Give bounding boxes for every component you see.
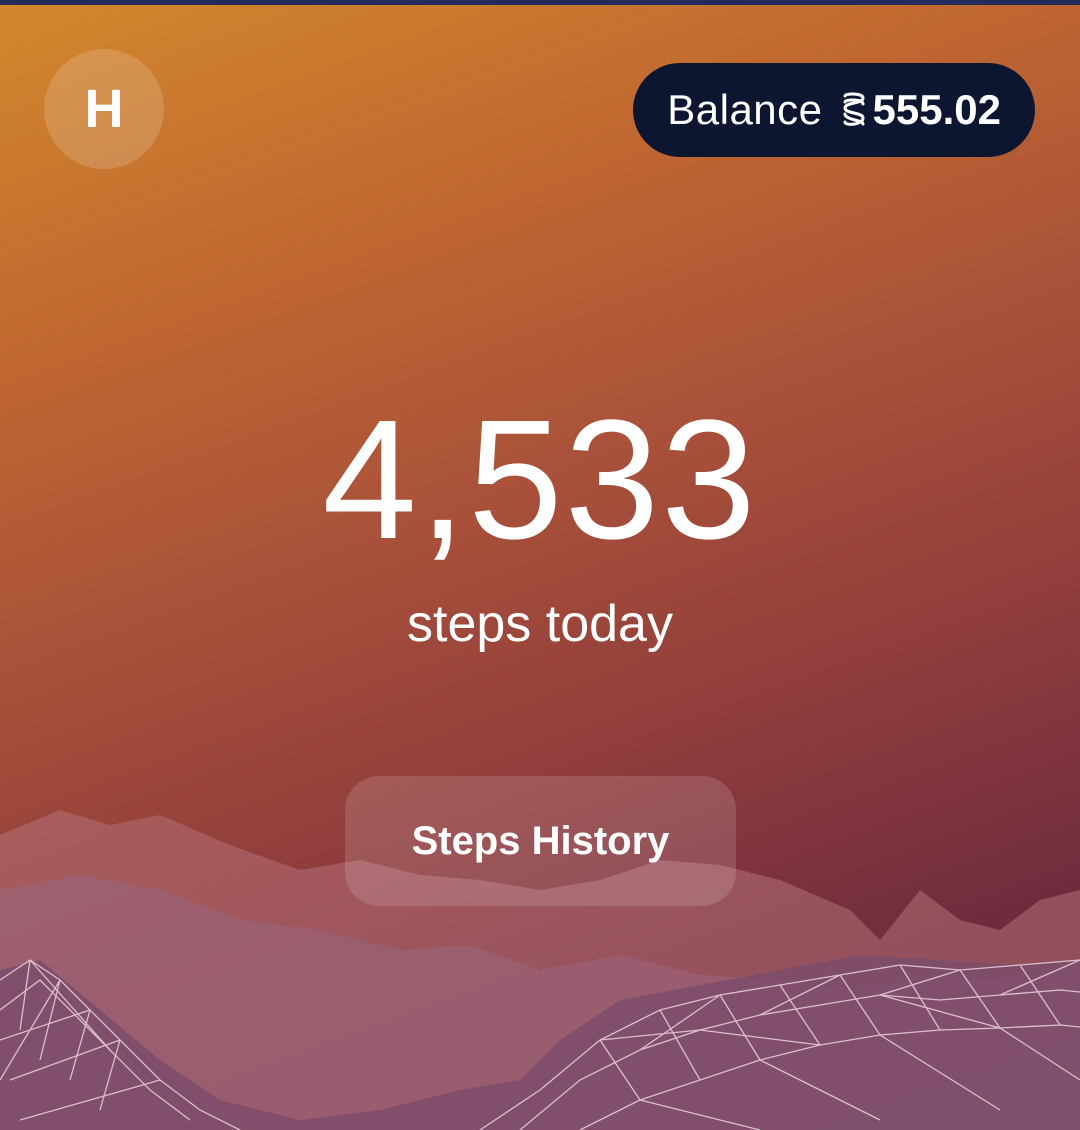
steps-history-button[interactable]: Steps History (345, 776, 736, 906)
steps-count: 4,533 (322, 385, 758, 575)
top-status-strip (0, 0, 1080, 5)
coin-icon (843, 92, 865, 126)
balance-pill[interactable]: Balance 555.02 (633, 63, 1035, 157)
balance-amount: 555.02 (872, 86, 1001, 133)
steps-label: steps today (407, 595, 673, 653)
profile-avatar[interactable]: H (44, 49, 164, 169)
balance-label: Balance (667, 86, 823, 133)
avatar-initial: H (84, 79, 124, 139)
